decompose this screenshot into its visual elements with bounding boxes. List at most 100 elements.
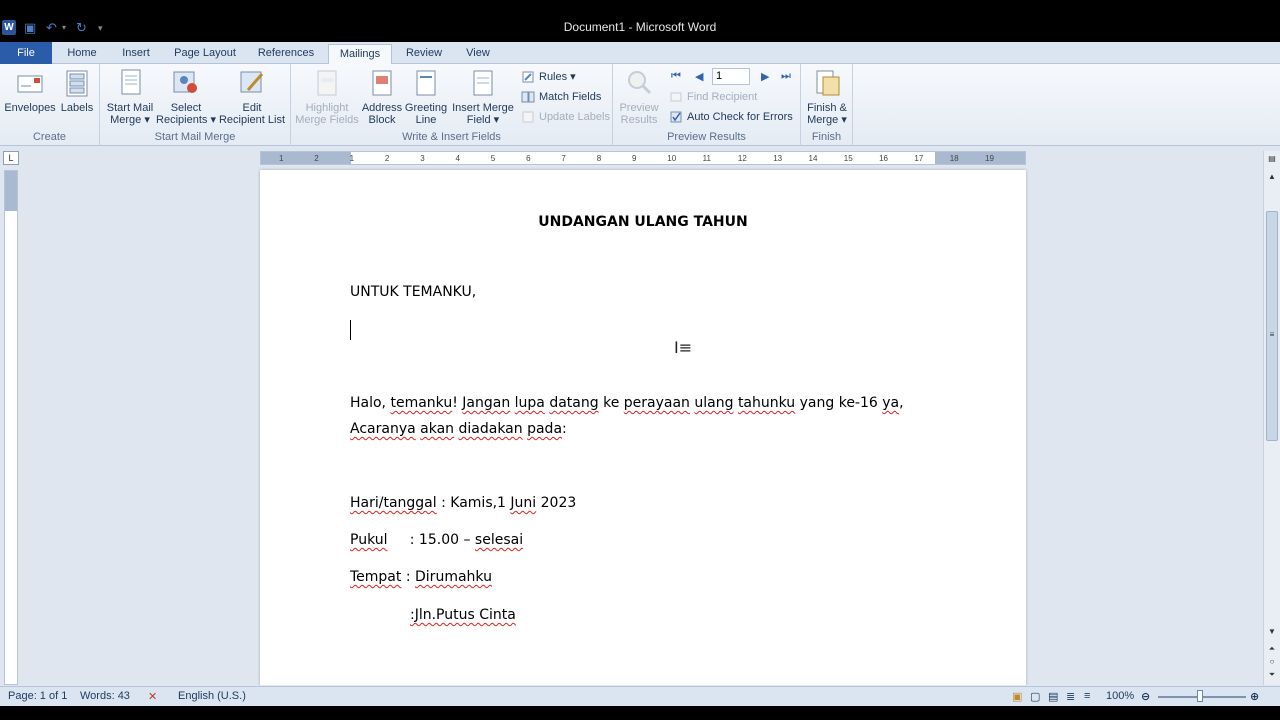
vertical-scrollbar[interactable]: ▤ ▲ ≡ ▼ ⏶ ○ ⏷ <box>1263 151 1280 685</box>
ruler-tick: 15 <box>843 154 853 163</box>
find-recipient-button[interactable]: Find Recipient <box>669 88 757 106</box>
scroll-thumb[interactable] <box>1266 211 1278 441</box>
address-block-button[interactable]: Address Block <box>361 68 403 128</box>
scroll-down-icon[interactable]: ▼ <box>1266 626 1278 638</box>
tab-review[interactable]: Review <box>398 44 450 64</box>
next-record-icon[interactable]: ▶ <box>761 70 769 83</box>
text-run: , <box>899 395 904 411</box>
greeting-line-label-1: Greeting <box>404 102 448 114</box>
labels-label: Labels <box>60 102 94 114</box>
previous-record-icon[interactable]: ◀ <box>695 70 703 83</box>
ribbon-tabs: File Home Insert Page Layout References … <box>0 42 1280 101</box>
vertical-ruler[interactable] <box>4 170 18 685</box>
misspelled-word: diadakan <box>458 421 523 437</box>
record-number-input[interactable]: 1 <box>712 68 750 85</box>
first-record-icon[interactable]: ⏮ <box>671 70 681 83</box>
date-month: Juni <box>510 495 537 511</box>
text-run: : <box>562 421 567 437</box>
ruler-tick: 17 <box>914 154 924 163</box>
ruler-right-margin <box>935 152 1025 164</box>
status-bar: Page: 1 of 1 Words: 43 ✕ English (U.S.) … <box>0 686 1280 706</box>
misspelled-word: temanku <box>390 395 453 411</box>
group-preview-label: Preview Results <box>667 131 746 143</box>
insert-merge-field-button[interactable]: Insert Merge Field ▾ <box>449 68 517 128</box>
edit-recipient-list-button[interactable]: Edit Recipient List <box>218 68 286 128</box>
update-labels-button[interactable]: Update Labels <box>521 108 610 126</box>
proofing-icon[interactable]: ✕ <box>148 690 157 703</box>
highlight-icon <box>313 68 341 98</box>
outline-icon[interactable]: ≣ <box>1066 690 1075 703</box>
finish-merge-label-2: Merge ▾ <box>807 114 847 126</box>
start-mail-merge-button[interactable]: Start Mail Merge ▾ <box>104 68 156 128</box>
word-window: W ▣ ↶ ▾ ↻ ▾ Document1 - Microsoft Word F… <box>0 0 1280 720</box>
browse-object-icon[interactable]: ○ <box>1266 656 1278 668</box>
finish-merge-label-1: Finish & <box>807 102 847 114</box>
ruler-tick: 3 <box>420 154 425 163</box>
envelopes-button[interactable]: Envelopes <box>4 68 56 128</box>
preview-results-button[interactable]: Preview Results <box>617 68 661 128</box>
address-block-label-2: Block <box>368 114 396 126</box>
scroll-up-icon[interactable]: ▲ <box>1266 171 1278 183</box>
highlight-merge-fields-button[interactable]: Highlight Merge Fields <box>295 68 359 128</box>
recipients-icon <box>172 68 200 98</box>
preview-label-1: Preview <box>619 102 659 114</box>
greeting-line-button[interactable]: Greeting Line <box>403 68 449 128</box>
rules-button[interactable]: Rules ▾ <box>521 68 576 86</box>
place-name: Dirumahku <box>415 569 492 585</box>
text-run: ke <box>598 395 624 411</box>
mailings-ribbon: Envelopes Labels Create Start Mail Merge… <box>0 64 1280 146</box>
update-labels-label: Update Labels <box>539 111 610 123</box>
ruler-toggle-icon[interactable]: ▤ <box>1266 153 1278 165</box>
tab-selector[interactable]: L <box>3 151 19 165</box>
tab-file[interactable]: File <box>0 42 52 64</box>
next-page-icon[interactable]: ⏷ <box>1266 669 1278 681</box>
zoom-in-icon[interactable]: ⊕ <box>1250 690 1259 703</box>
tab-references[interactable]: References <box>250 44 322 64</box>
zoom-out-icon[interactable]: ⊖ <box>1141 690 1150 703</box>
address-line: :Jln.Putus Cinta <box>410 607 516 623</box>
finish-merge-button[interactable]: Finish & Merge ▾ <box>803 68 851 128</box>
tab-view[interactable]: View <box>456 44 500 64</box>
tab-page-layout[interactable]: Page Layout <box>166 44 244 64</box>
tab-insert[interactable]: Insert <box>112 44 160 64</box>
ruler-tick: 19 <box>985 154 994 163</box>
misspelled-word: ya <box>882 395 900 411</box>
group-write-insert-fields: Highlight Merge Fields Address Block Gre… <box>291 64 613 146</box>
full-screen-reading-icon[interactable]: ▢ <box>1030 690 1040 703</box>
zoom-level[interactable]: 100% <box>1106 690 1134 702</box>
document-page[interactable]: UNDANGAN ULANG TAHUN UNTUK TEMANKU, I≡ H… <box>260 170 1026 685</box>
find-recipient-label: Find Recipient <box>687 91 758 103</box>
address-text: :Jln.Putus Cinta <box>410 607 516 623</box>
ruler-tick: 2 <box>314 154 319 163</box>
match-fields-button[interactable]: Match Fields <box>521 88 601 106</box>
date-value: : Kamis,1 <box>436 495 511 511</box>
horizontal-ruler[interactable]: 1 2 1 2 3 4 5 6 7 8 9 10 11 12 13 14 15 16 17 18 19 <box>260 151 1026 165</box>
language[interactable]: English (U.S.) <box>178 690 246 702</box>
ruler-tick: 12 <box>737 154 747 163</box>
word-count[interactable]: Words: 43 <box>80 690 130 702</box>
page-count[interactable]: Page: 1 of 1 <box>8 690 67 702</box>
auto-check-errors-button[interactable]: Auto Check for Errors <box>669 108 793 126</box>
misspelled-word: datang <box>549 395 599 411</box>
misspelled-word: pada <box>527 421 563 437</box>
address-block-label-1: Address <box>361 102 403 114</box>
select-recipients-button[interactable]: Select Recipients ▾ <box>156 68 216 128</box>
tab-mailings[interactable]: Mailings <box>328 44 392 65</box>
time-end: selesai <box>474 532 524 548</box>
print-layout-icon[interactable]: ▣ <box>1012 690 1022 703</box>
time-line: Pukul : 15.00 – selesai <box>350 532 523 548</box>
group-finish-label: Finish <box>811 131 842 143</box>
time-value: : 15.00 – <box>387 532 475 548</box>
ruler-left-margin <box>261 152 351 164</box>
ruler-tick: 2 <box>384 154 390 163</box>
last-record-icon[interactable]: ⏭ <box>781 70 791 83</box>
previous-page-icon[interactable]: ⏶ <box>1266 643 1278 655</box>
zoom-slider-thumb[interactable] <box>1197 690 1203 702</box>
auto-check-label: Auto Check for Errors <box>687 111 793 123</box>
group-create-label: Create <box>32 131 67 143</box>
highlight-label-1: Highlight <box>305 102 349 114</box>
draft-icon[interactable]: ≡ <box>1084 690 1090 702</box>
tab-home[interactable]: Home <box>58 44 106 64</box>
labels-button[interactable]: Labels <box>58 68 96 128</box>
web-layout-icon[interactable]: ▤ <box>1048 690 1058 703</box>
